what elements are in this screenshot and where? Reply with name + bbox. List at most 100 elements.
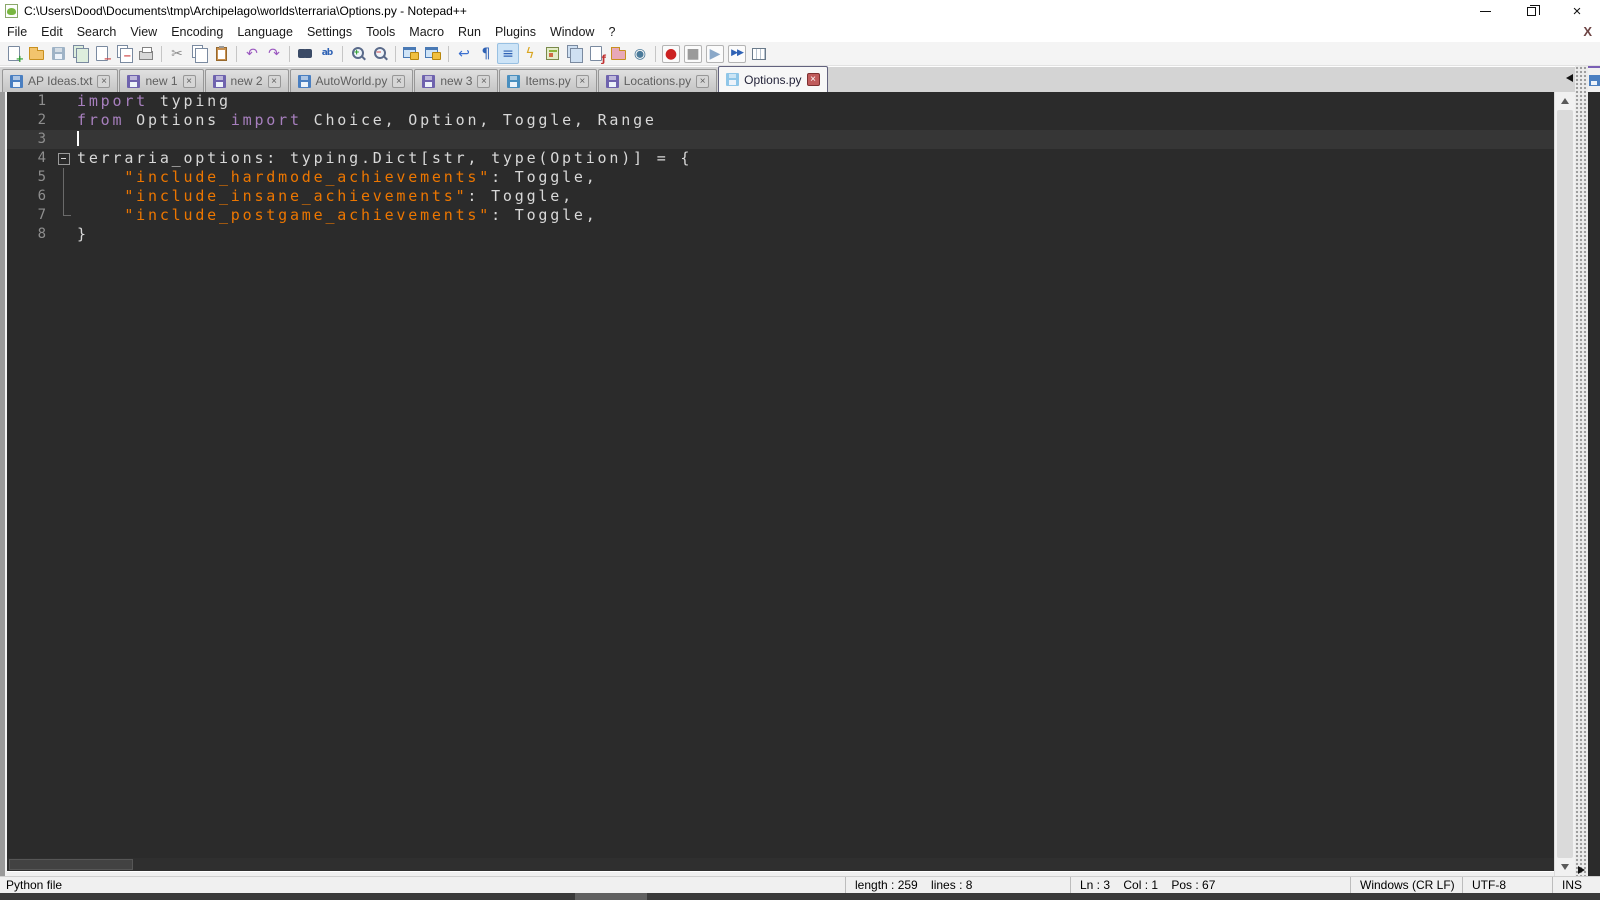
code-line-3[interactable]: 3 (7, 130, 1554, 149)
menu-language[interactable]: Language (230, 22, 300, 42)
tab-new-1-close-button[interactable]: × (182, 74, 196, 88)
code-line-6[interactable]: 6 "include_insane_achievements": Toggle, (7, 187, 1554, 206)
redo-button[interactable]: ↷ (263, 43, 285, 64)
code-line-2[interactable]: 2 from Options import Choice, Option, Tog… (7, 111, 1554, 130)
document-map-button[interactable] (541, 43, 563, 64)
macro-save-button[interactable] (748, 43, 770, 64)
token-text: Choice, Option, Toggle, Range (301, 111, 657, 129)
status-eol-format[interactable]: Windows (CR LF) (1350, 877, 1462, 893)
tab-new-2[interactable]: new 2 × (204, 69, 289, 92)
find-button[interactable] (294, 43, 316, 64)
show-indent-guide-button[interactable]: ≡ (497, 43, 519, 64)
close-button[interactable]: × (1554, 0, 1600, 22)
undo-button[interactable]: ↶ (241, 43, 263, 64)
show-all-characters-button[interactable]: ¶ (475, 43, 497, 64)
define-your-language-button[interactable]: ϟ (519, 43, 541, 64)
folder-as-workspace-button[interactable] (607, 43, 629, 64)
sync-horizontal-scrolling-button[interactable] (422, 43, 444, 64)
tab-new-3[interactable]: new 3 × (414, 69, 499, 92)
vertical-scrollbar-thumb[interactable] (1557, 110, 1573, 858)
restore-icon (1526, 4, 1540, 16)
horizontal-scrollbar[interactable] (7, 858, 1554, 871)
status-cursor-position: Ln : 3 Col : 1 Pos : 67 (1070, 877, 1350, 893)
tab-locations-py-close-button[interactable]: × (696, 74, 710, 88)
tab-scroll-left-button[interactable] (1562, 74, 1573, 82)
zoom-out-button[interactable]: − (369, 43, 391, 64)
code-line-1[interactable]: 1 import typing (7, 92, 1554, 111)
menu-plugins[interactable]: Plugins (488, 22, 543, 42)
vertical-scrollbar[interactable] (1554, 92, 1575, 876)
tab-autoworld-py-floppy-icon (297, 74, 311, 88)
function-list-button[interactable]: ƒ (585, 43, 607, 65)
save-all-button[interactable] (69, 43, 91, 64)
tab-ap-ideas-txt-floppy-icon (10, 74, 23, 88)
menu-help[interactable]: ? (601, 22, 622, 42)
menu-view[interactable]: View (123, 22, 164, 42)
second-view-tab[interactable] (1588, 66, 1600, 92)
scroll-down-button[interactable] (1555, 859, 1575, 876)
tab-items-py[interactable]: Items.py × (499, 69, 597, 92)
find-icon (298, 49, 312, 58)
tab-ap-ideas-txt[interactable]: AP Ideas.txt × (2, 69, 119, 92)
macro-record-button[interactable]: ● (662, 44, 680, 63)
monitoring-button[interactable]: ◉ (629, 43, 651, 64)
tab-options-py-close-button[interactable]: × (806, 73, 820, 86)
status-typing-mode[interactable]: INS (1552, 877, 1600, 893)
editor-frame: 1 import typing 2 from Options import Choic… (7, 92, 1554, 876)
line-number: 3 (37, 131, 46, 147)
print-button[interactable] (135, 43, 157, 64)
code-line-4[interactable]: 4 terraria_options: typing.Dict[str, type… (7, 149, 1554, 168)
menu-window[interactable]: Window (543, 22, 601, 42)
word-wrap-button[interactable]: ↩ (453, 43, 475, 64)
sync-vertical-scrolling-button[interactable] (400, 43, 422, 64)
replace-button[interactable]: ab (316, 43, 338, 64)
tab-ap-ideas-txt-close-button[interactable]: × (97, 74, 111, 88)
new-file-button[interactable]: + (3, 43, 25, 65)
code-area[interactable]: 1 import typing 2 from Options import Choic… (7, 92, 1554, 858)
zoom-in-button[interactable]: + (347, 43, 369, 64)
code-line-8[interactable]: 8} (7, 225, 1554, 244)
menu-run[interactable]: Run (451, 22, 488, 42)
tab-new-3-close-button[interactable]: × (477, 74, 491, 88)
token-string: "include_postgame_achievements" (124, 206, 492, 224)
menu-edit[interactable]: Edit (34, 22, 70, 42)
restore-button[interactable] (1508, 0, 1554, 22)
tab-new-2-floppy-icon (212, 74, 226, 88)
minimize-button[interactable] (1462, 0, 1508, 22)
save-file-button[interactable] (47, 43, 69, 64)
status-encoding[interactable]: UTF-8 (1462, 877, 1552, 893)
tab-autoworld-py-close-button[interactable]: × (392, 74, 406, 88)
view-splitter[interactable] (1575, 66, 1588, 876)
menu-file[interactable]: File (0, 22, 34, 42)
copy-button[interactable] (188, 43, 210, 64)
macro-play-button[interactable]: ▶ (706, 44, 724, 63)
tab-items-py-close-button[interactable]: × (575, 74, 589, 88)
cut-button[interactable]: ✂ (166, 43, 188, 64)
new-file-icon: + (8, 46, 24, 65)
tab-new-1[interactable]: new 1 × (119, 69, 204, 92)
horizontal-scrollbar-thumb[interactable] (9, 859, 133, 870)
tab-locations-py[interactable]: Locations.py × (597, 69, 718, 92)
close-all-button[interactable]: − (113, 43, 135, 64)
menu-settings[interactable]: Settings (300, 22, 359, 42)
scroll-up-button[interactable] (1555, 92, 1575, 109)
tab-options-py[interactable]: Options.py × (718, 66, 828, 92)
tab-autoworld-py[interactable]: AutoWorld.py × (289, 69, 414, 92)
menu-search[interactable]: Search (70, 22, 124, 42)
menu-macro[interactable]: Macro (402, 22, 451, 42)
code-line-5[interactable]: 5 "include_hardmode_achievements": Toggl… (7, 168, 1554, 187)
menu-encoding[interactable]: Encoding (164, 22, 230, 42)
menubar-close-document-button[interactable]: X (1583, 24, 1592, 39)
code-line-7[interactable]: 7 "include_postgame_achievements": Toggl… (7, 206, 1554, 225)
close-file-button[interactable]: − (91, 43, 113, 65)
tab-new-2-close-button[interactable]: × (267, 74, 281, 88)
macro-run-multiple-button[interactable]: ▶▶ (728, 44, 746, 63)
fold-collapse-marker[interactable] (53, 149, 77, 168)
document-list-button[interactable] (563, 43, 585, 64)
open-file-button[interactable] (25, 43, 47, 64)
close-file-badge: − (103, 54, 112, 65)
macro-stop-button[interactable]: ■ (684, 44, 702, 63)
menu-tools[interactable]: Tools (359, 22, 402, 42)
paste-button[interactable] (210, 43, 232, 64)
